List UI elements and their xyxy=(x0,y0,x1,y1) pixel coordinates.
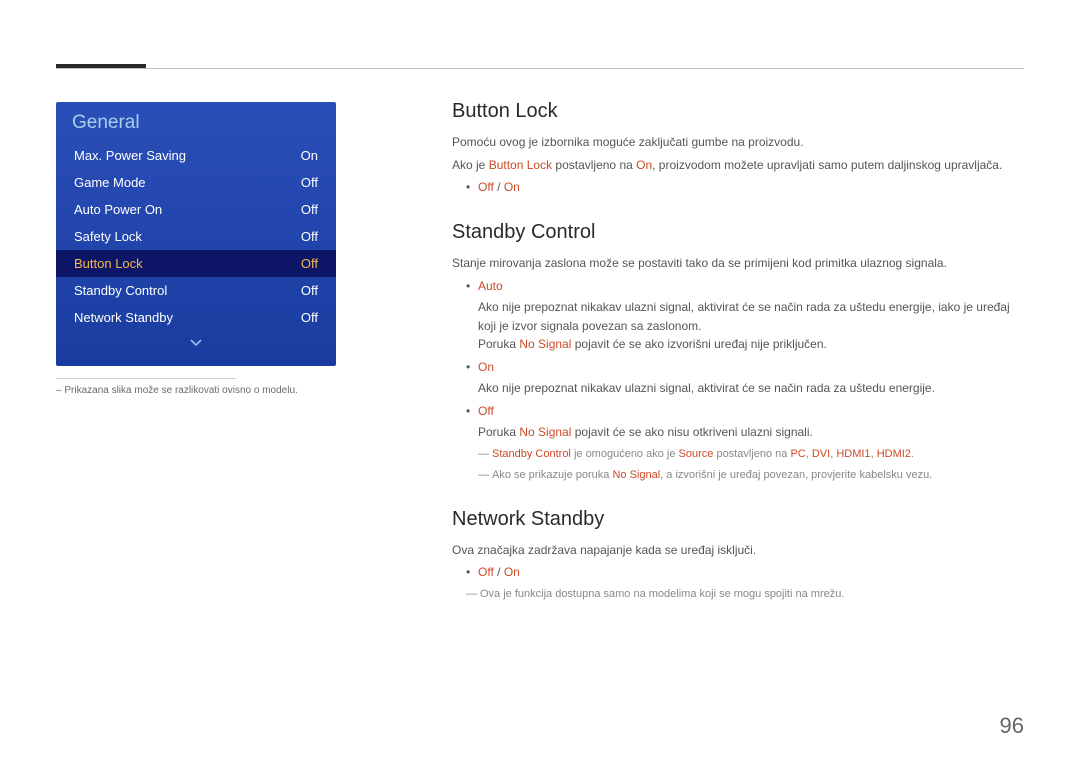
menu-item-button-lock[interactable]: Button Lock Off xyxy=(56,250,336,277)
body-text: Pomoću ovog je izbornika moguće zaključa… xyxy=(452,133,1024,152)
body-text: Ako je Button Lock postavljeno na On, pr… xyxy=(452,156,1024,175)
menu-item-safety-lock[interactable]: Safety Lock Off xyxy=(56,223,336,250)
menu-title: General xyxy=(56,102,336,142)
sub-text: Poruka No Signal pojavit će se ako izvor… xyxy=(478,335,1024,354)
menu-item-value: Off xyxy=(301,175,318,190)
body-text: Stanje mirovanja zaslona može se postavi… xyxy=(452,254,1024,273)
section-heading-standby-control: Standby Control xyxy=(452,221,1024,244)
menu-item-label: Game Mode xyxy=(74,175,146,190)
menu-item-label: Auto Power On xyxy=(74,202,162,217)
main-content: Button Lock Pomoću ovog je izbornika mog… xyxy=(452,100,1024,603)
dash-note: Ova je funkcija dostupna samo na modelim… xyxy=(466,586,1024,603)
option-off: Off xyxy=(466,402,1024,421)
menu-item-auto-power-on[interactable]: Auto Power On Off xyxy=(56,196,336,223)
menu-item-label: Standby Control xyxy=(74,283,167,298)
menu-item-value: On xyxy=(301,148,318,163)
body-text: Ova značajka zadržava napajanje kada se … xyxy=(452,541,1024,560)
menu-item-label: Button Lock xyxy=(74,256,143,271)
header-rule xyxy=(56,68,1024,69)
option-off-on: Off / On xyxy=(466,178,1024,197)
header-rule-thick xyxy=(56,64,146,68)
menu-item-value: Off xyxy=(301,283,318,298)
menu-item-label: Safety Lock xyxy=(74,229,142,244)
section-heading-button-lock: Button Lock xyxy=(452,100,1024,123)
dash-note: Ako se prikazuje poruka No Signal, a izv… xyxy=(478,467,1024,484)
section-heading-network-standby: Network Standby xyxy=(452,508,1024,531)
chevron-down-icon[interactable] xyxy=(56,331,336,350)
menu-item-value: Off xyxy=(301,256,318,271)
sub-text: Ako nije prepoznat nikakav ulazni signal… xyxy=(478,379,1024,398)
menu-item-value: Off xyxy=(301,202,318,217)
settings-menu-panel: General Max. Power Saving On Game Mode O… xyxy=(56,102,336,366)
option-on: On xyxy=(466,358,1024,377)
sub-text: Ako nije prepoznat nikakav ulazni signal… xyxy=(478,298,1024,335)
page-number: 96 xyxy=(1000,713,1024,739)
menu-item-label: Max. Power Saving xyxy=(74,148,186,163)
menu-item-label: Network Standby xyxy=(74,310,173,325)
menu-item-standby-control[interactable]: Standby Control Off xyxy=(56,277,336,304)
panel-footnote: – Prikazana slika može se razlikovati ov… xyxy=(56,379,336,396)
sub-text: Poruka No Signal pojavit će se ako nisu … xyxy=(478,423,1024,442)
menu-item-max-power-saving[interactable]: Max. Power Saving On xyxy=(56,142,336,169)
menu-item-value: Off xyxy=(301,310,318,325)
option-auto: Auto xyxy=(466,277,1024,296)
menu-item-value: Off xyxy=(301,229,318,244)
option-off-on: Off / On xyxy=(466,563,1024,582)
dash-note: Standby Control je omogućeno ako je Sour… xyxy=(478,446,1024,463)
menu-item-network-standby[interactable]: Network Standby Off xyxy=(56,304,336,331)
menu-item-game-mode[interactable]: Game Mode Off xyxy=(56,169,336,196)
